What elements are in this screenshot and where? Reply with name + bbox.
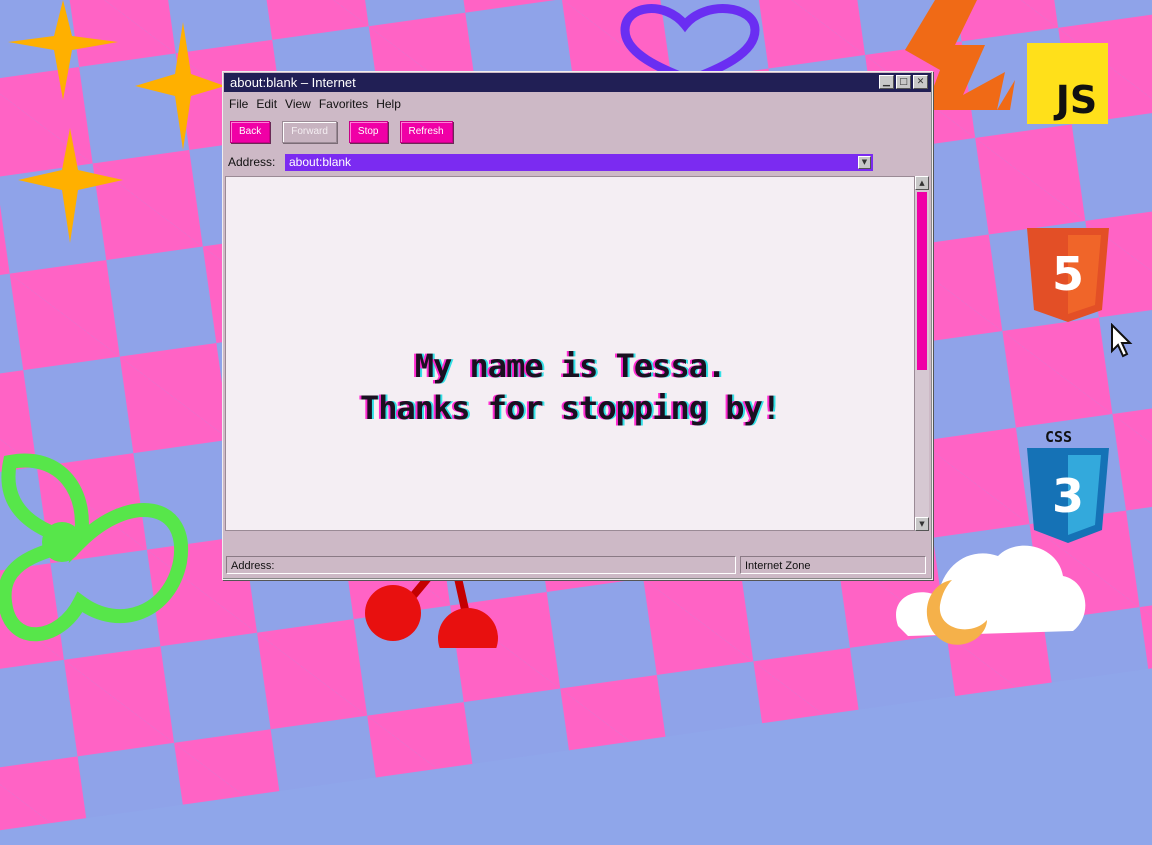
cherry-icon: [365, 578, 498, 648]
stop-button[interactable]: Stop: [348, 121, 388, 143]
cursor-icon: [1111, 323, 1133, 358]
address-bar: Address: about:blank ▼: [228, 154, 927, 172]
sparkle-icon: [18, 128, 123, 243]
menu-bar: File Edit View Favorites Help: [229, 97, 409, 111]
chevron-down-icon: ▼: [861, 158, 868, 166]
html5-logo-icon: 5: [1027, 228, 1109, 322]
window-title: about:blank – Internet: [230, 75, 356, 90]
status-address: Address:: [226, 556, 736, 574]
chevron-down-icon: ▼: [919, 520, 925, 528]
maximize-button[interactable]: □: [896, 75, 911, 89]
greeting-message: My name is Tessa. Thanks for stopping by…: [226, 345, 914, 429]
status-zone: Internet Zone: [740, 556, 926, 574]
refresh-button[interactable]: Refresh: [399, 121, 453, 143]
address-input[interactable]: about:blank: [285, 154, 873, 171]
scroll-down-button[interactable]: ▼: [915, 517, 929, 531]
javascript-logo: JS: [1027, 43, 1108, 124]
vertical-scrollbar[interactable]: ▲ ▼: [915, 176, 929, 531]
greeting-line-1: My name is Tessa.: [414, 347, 727, 385]
menu-favorites[interactable]: Favorites: [319, 97, 374, 111]
scroll-up-button[interactable]: ▲: [915, 176, 929, 190]
sparkle-icon: [135, 22, 225, 150]
chevron-up-icon: ▲: [919, 179, 925, 187]
menu-edit[interactable]: Edit: [256, 97, 283, 111]
minimize-button[interactable]: ▁: [879, 75, 894, 89]
back-button[interactable]: Back: [230, 121, 271, 143]
bow-icon: [0, 453, 189, 642]
moon-icon: [926, 580, 987, 645]
window-controls: ▁ □ ✕: [879, 75, 928, 89]
minimize-icon: ▁: [883, 77, 890, 87]
sparkle-icon: [8, 0, 118, 100]
heart-icon: [620, 4, 760, 80]
status-bar: Address: Internet Zone: [224, 554, 931, 576]
maximize-icon: □: [899, 77, 908, 87]
menu-help[interactable]: Help: [376, 97, 407, 111]
menu-view[interactable]: View: [285, 97, 317, 111]
close-button[interactable]: ✕: [913, 75, 928, 89]
menu-file[interactable]: File: [229, 97, 254, 111]
css3-logo: CSS 3: [1027, 428, 1109, 543]
toolbar: Back Forward Stop Refresh: [230, 121, 453, 143]
close-icon: ✕: [916, 77, 925, 87]
scroll-thumb[interactable]: [917, 192, 927, 370]
css3-logo-label: CSS: [1045, 428, 1073, 446]
address-dropdown-button[interactable]: ▼: [858, 156, 871, 169]
title-bar[interactable]: about:blank – Internet ▁ □ ✕: [224, 73, 931, 92]
page-content: My name is Tessa. Thanks for stopping by…: [225, 176, 915, 531]
greeting-line-2: Thanks for stopping by!: [359, 389, 781, 427]
browser-window: about:blank – Internet ▁ □ ✕ File Edit V…: [222, 71, 933, 580]
forward-button[interactable]: Forward: [282, 121, 337, 143]
html5-logo-text: 5: [1052, 247, 1084, 301]
js-logo-text: JS: [1055, 78, 1098, 122]
address-label: Address:: [228, 155, 276, 169]
css3-logo-text: 3: [1052, 469, 1084, 523]
